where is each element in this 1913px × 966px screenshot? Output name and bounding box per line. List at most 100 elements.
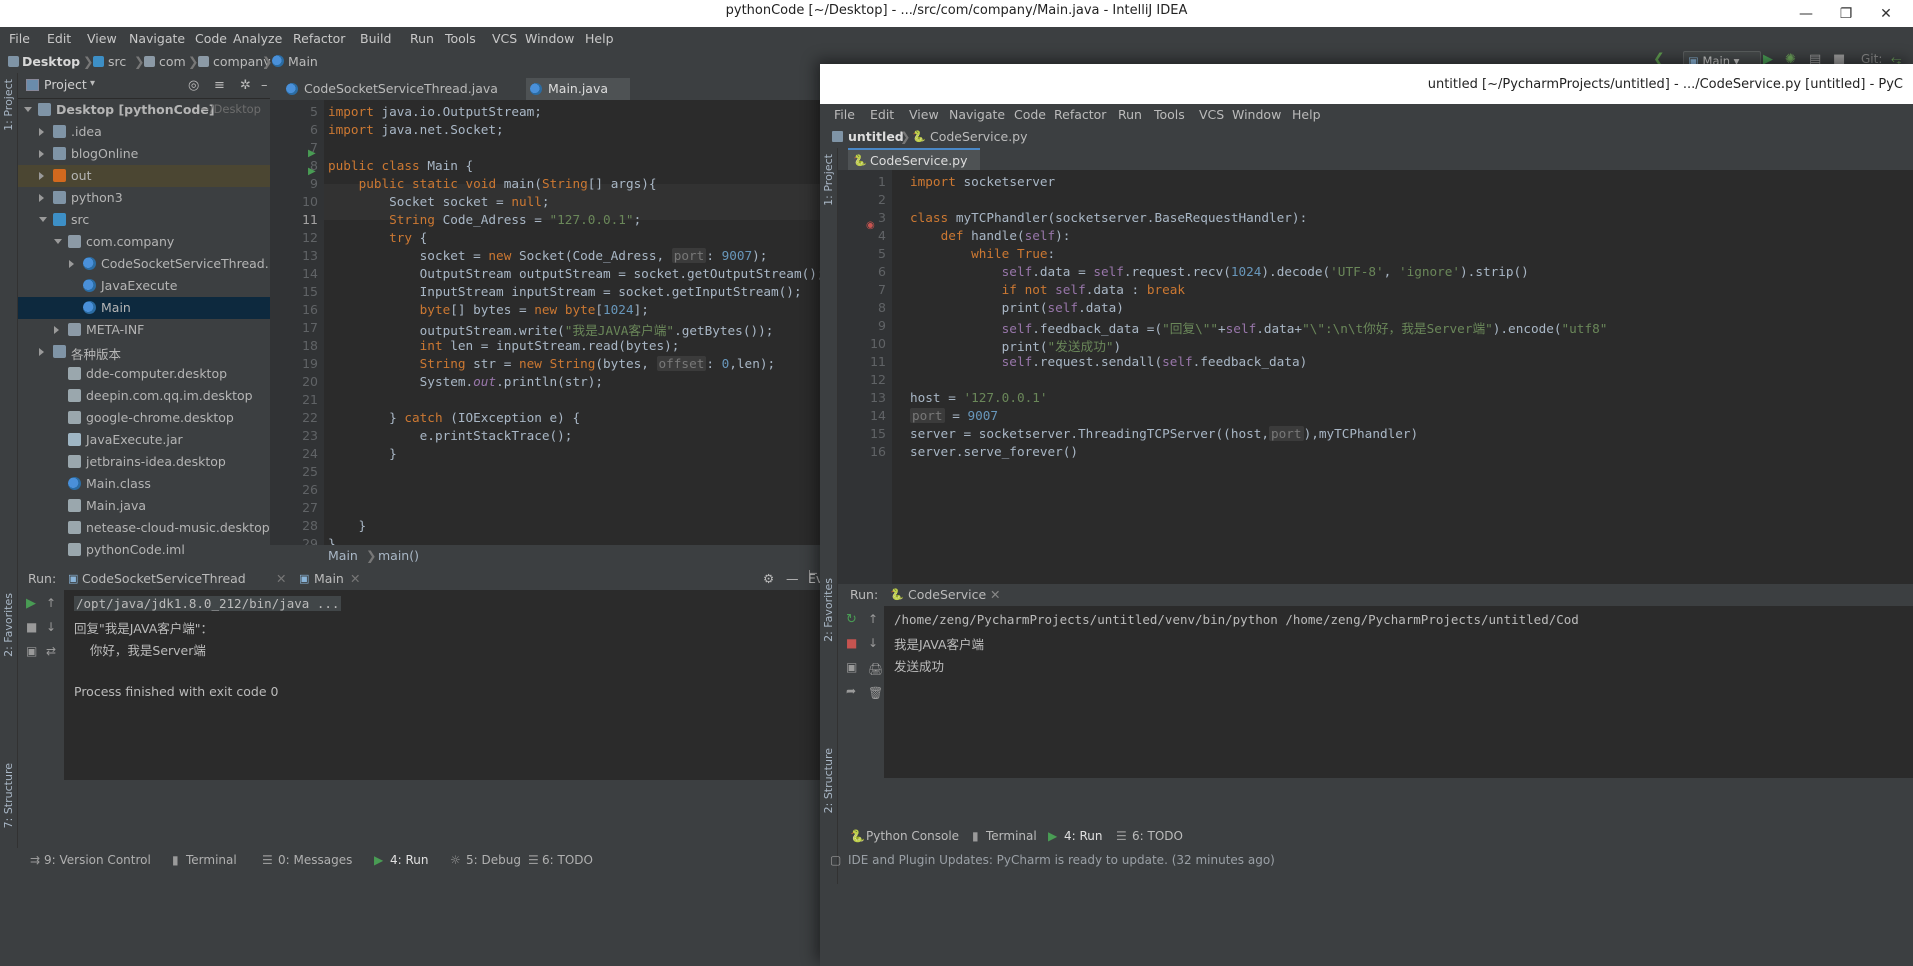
py-scroll-down-button[interactable]: ↓: [868, 636, 878, 650]
status-debug[interactable]: 5: Debug: [466, 853, 521, 867]
run-tab-codesocketservicethread[interactable]: CodeSocketServiceThread: [82, 571, 246, 586]
tree-row[interactable]: out: [18, 165, 270, 187]
breadcrumb-main[interactable]: Main: [288, 54, 318, 69]
run-gutter-icon-main[interactable]: ▶: [308, 166, 316, 177]
py-status-run[interactable]: 4: Run: [1064, 829, 1103, 843]
chevron-right-icon[interactable]: [39, 128, 44, 136]
py-tool-button-project[interactable]: 1: Project: [822, 154, 835, 206]
collapse-all-icon[interactable]: ≡: [214, 78, 225, 93]
chevron-right-icon[interactable]: [54, 326, 59, 334]
tree-row[interactable]: netease-cloud-music.desktop: [18, 517, 270, 539]
breadcrumb-desktop[interactable]: Desktop: [22, 54, 80, 69]
override-gutter-icon[interactable]: ◉: [866, 220, 875, 231]
tool-button-project[interactable]: 1: Project: [2, 79, 15, 131]
tree-row[interactable]: dde-computer.desktop: [18, 363, 270, 385]
menu-run[interactable]: Run: [405, 31, 439, 46]
menu-analyze[interactable]: Analyze: [228, 31, 287, 46]
tree-row[interactable]: Main: [18, 297, 270, 319]
tree-row[interactable]: META-INF: [18, 319, 270, 341]
chevron-right-icon[interactable]: [69, 260, 74, 268]
close-button[interactable]: ✕: [1875, 4, 1897, 24]
java-code-editor[interactable]: 5 6 7 8 9 10 11 12 13 14 15 16 17 18 19 20 21 22 23 24 25 26 2…: [270, 100, 830, 551]
status-run[interactable]: 4: Run: [390, 853, 429, 867]
breadcrumb-com[interactable]: com: [159, 54, 186, 69]
menu-view[interactable]: View: [82, 31, 122, 46]
run-tab-close-2[interactable]: ✕: [350, 571, 360, 586]
tree-row[interactable]: 各种版本: [18, 341, 270, 363]
editor-breadcrumb-class[interactable]: Main: [328, 548, 358, 563]
scroll-down-button[interactable]: ↓: [46, 620, 64, 638]
tree-row[interactable]: jetbrains-idea.desktop: [18, 451, 270, 473]
tool-button-ant-build[interactable]: T: [807, 570, 820, 577]
minimize-button[interactable]: —: [1795, 4, 1817, 24]
py-menu-window[interactable]: Window: [1228, 107, 1285, 122]
py-scroll-up-button[interactable]: ↑: [868, 612, 878, 626]
chevron-right-icon[interactable]: [39, 348, 44, 356]
py-camera-button[interactable]: ▣: [846, 660, 857, 674]
soft-wrap-button[interactable]: ⇄: [46, 644, 64, 662]
tree-row[interactable]: Main.java: [18, 495, 270, 517]
maximize-button[interactable]: ❐: [1835, 4, 1857, 24]
py-tool-button-favorites[interactable]: 2: Favorites: [822, 578, 835, 642]
py-breadcrumb-file[interactable]: CodeService.py: [930, 129, 1028, 144]
chevron-down-icon[interactable]: [24, 107, 32, 112]
py-print-button[interactable]: 🖨: [868, 662, 883, 676]
py-editor-tab-codeservice[interactable]: 🐍 CodeService.py ✕: [848, 148, 980, 183]
tree-row[interactable]: .idea: [18, 121, 270, 143]
tree-row[interactable]: deepin.com.qq.im.desktop: [18, 385, 270, 407]
tree-row[interactable]: JavaExecute.jar: [18, 429, 270, 451]
chevron-right-icon[interactable]: [39, 194, 44, 202]
tree-row[interactable]: pythonCode.iml: [18, 539, 270, 561]
chevron-down-icon[interactable]: [39, 217, 47, 222]
menu-window[interactable]: Window: [520, 31, 579, 46]
tree-row[interactable]: Desktop [pythonCode] ~/Desktop: [18, 99, 270, 121]
editor-tab-codesocketservicethread[interactable]: CodeSocketServiceThread.java ✕: [282, 78, 522, 111]
py-menu-refactor[interactable]: Refactor: [1050, 107, 1110, 122]
tree-row[interactable]: Main.class: [18, 473, 270, 495]
py-menu-code[interactable]: Code: [1010, 107, 1050, 122]
tree-row[interactable]: src: [18, 209, 270, 231]
settings-gear-icon[interactable]: ✲: [240, 78, 251, 93]
pycharm-run-console-output[interactable]: /home/zeng/PycharmProjects/untitled/venv…: [884, 606, 1913, 778]
tool-button-structure[interactable]: 7: Structure: [2, 763, 15, 828]
py-menu-file[interactable]: File: [830, 107, 859, 122]
tree-row[interactable]: com.company: [18, 231, 270, 253]
run-tab-close-1[interactable]: ✕: [276, 571, 286, 586]
run-hide-icon[interactable]: —: [786, 571, 799, 586]
rerun-button[interactable]: ▶: [26, 596, 44, 614]
py-tool-button-structure[interactable]: 2: Structure: [822, 748, 835, 813]
tree-row[interactable]: python3: [18, 187, 270, 209]
tree-row[interactable]: CodeSocketServiceThread.: [18, 253, 270, 275]
python-code-editor[interactable]: 1 2 3 4 5 6 7 8 9 10 11 12 13 14 15 16 import socketser…: [838, 170, 1913, 584]
py-menu-navigate[interactable]: Navigate: [945, 107, 1009, 122]
chevron-down-icon[interactable]: ▾: [90, 78, 95, 89]
status-messages[interactable]: 0: Messages: [278, 853, 352, 867]
menu-navigate[interactable]: Navigate: [124, 31, 190, 46]
py-menu-vcs[interactable]: VCS: [1195, 107, 1228, 122]
stop-button[interactable]: ■: [26, 620, 44, 638]
project-tree[interactable]: Desktop [pythonCode] ~/Desktop .idea blogOn…: [18, 99, 270, 564]
run-gutter-icon-class[interactable]: ▶: [308, 148, 316, 159]
editor-breadcrumb-method[interactable]: main(): [378, 548, 419, 563]
menu-edit[interactable]: Edit: [42, 31, 76, 46]
py-menu-view[interactable]: View: [905, 107, 943, 122]
menu-vcs[interactable]: VCS: [487, 31, 522, 46]
camera-button[interactable]: ▣: [26, 644, 44, 662]
scroll-up-button[interactable]: ↑: [46, 596, 64, 614]
py-status-python-console[interactable]: Python Console: [866, 829, 959, 843]
hide-panel-icon[interactable]: –: [261, 78, 268, 93]
locate-icon[interactable]: ◎: [188, 78, 199, 93]
menu-file[interactable]: File: [4, 31, 35, 46]
py-breadcrumb-untitled[interactable]: untitled: [848, 129, 904, 144]
editor-tab-main[interactable]: Main.java ✕: [526, 78, 630, 111]
py-menu-help[interactable]: Help: [1288, 107, 1325, 122]
py-trash-button[interactable]: 🗑: [868, 686, 883, 700]
menu-code[interactable]: Code: [190, 31, 232, 46]
chevron-right-icon[interactable]: [39, 150, 44, 158]
py-run-tab-close[interactable]: ✕: [990, 587, 1000, 602]
py-rerun-button[interactable]: ↻: [846, 612, 857, 627]
py-run-tab-codeservice[interactable]: CodeService: [908, 587, 986, 602]
status-todo[interactable]: 6: TODO: [542, 853, 593, 867]
menu-refactor[interactable]: Refactor: [288, 31, 350, 46]
idea-run-console-output[interactable]: /opt/java/jdk1.8.0_212/bin/java ... 回复"我…: [64, 590, 830, 780]
